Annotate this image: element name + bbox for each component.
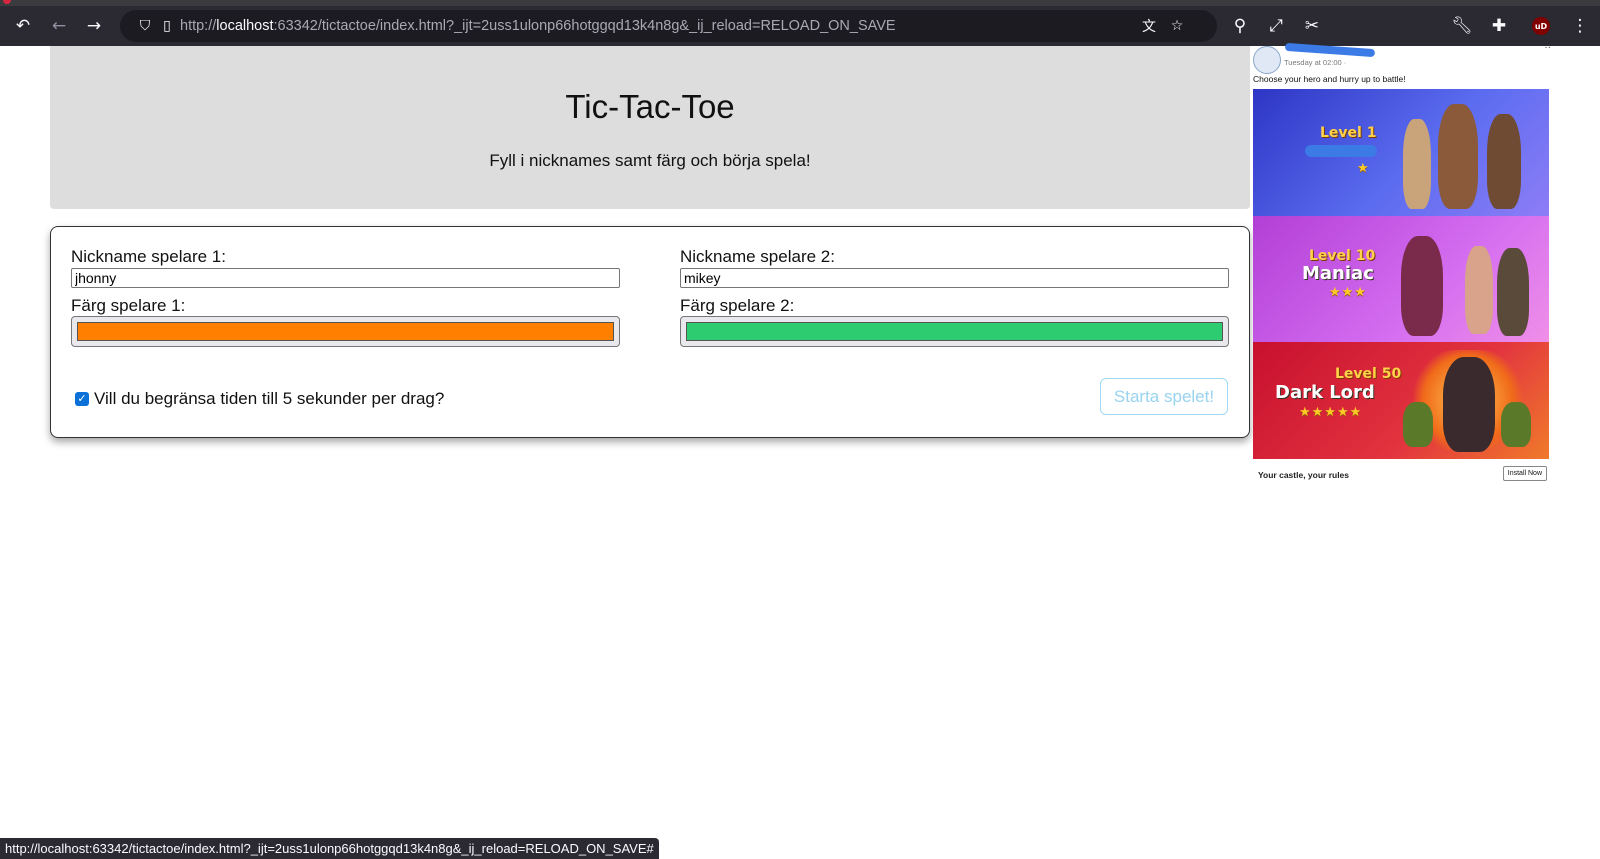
menu-icon[interactable]: ⋮ — [1566, 12, 1594, 40]
player2-color-label: Färg spelare 2: — [680, 296, 795, 315]
ad-level-1-panel: Level 1 ★ — [1253, 89, 1549, 216]
bookmark-star-icon[interactable]: ☆ — [1166, 15, 1188, 37]
player2-color-swatch — [686, 322, 1223, 341]
undo-icon[interactable]: ↶ — [9, 12, 37, 40]
hero-figure — [1401, 236, 1443, 336]
status-bar-url: http://localhost:63342/tictactoe/index.h… — [0, 838, 659, 859]
player2-name-label: Nickname spelare 2: — [680, 247, 835, 266]
start-game-button[interactable]: Starta spelet! — [1100, 378, 1228, 415]
shield-icon[interactable]: ⛉ — [134, 15, 156, 37]
wrench-icon[interactable]: 🔧︎ — [1448, 12, 1476, 40]
ad-level-10-panel: Level 10 Maniac ★★★ — [1253, 216, 1549, 342]
redacted-level-name-mark — [1305, 145, 1377, 157]
hero-figure — [1465, 246, 1493, 334]
hero-figure — [1443, 357, 1495, 452]
url-text[interactable]: http://localhost:63342/tictactoe/index.h… — [180, 10, 896, 42]
ad-avatar — [1253, 46, 1281, 74]
translate-icon[interactable]: 文 — [1138, 15, 1160, 37]
ad-more-icon[interactable]: ·· — [1544, 42, 1551, 53]
ad-level-50-name: Dark Lord — [1275, 382, 1375, 403]
hero-figure — [1497, 248, 1529, 336]
ad-post-time: Tuesday at 02:00 · — [1284, 58, 1347, 67]
forward-icon[interactable]: → — [80, 12, 108, 40]
hero-figure — [1403, 119, 1431, 209]
screenshot-icon[interactable]: ✂ — [1298, 12, 1326, 40]
ad-level-10-name: Maniac — [1302, 263, 1374, 284]
hero-figure — [1438, 104, 1478, 209]
ad-level-50-panel: Level 50 Dark Lord ★★★★★ — [1253, 342, 1549, 459]
player1-color-label: Färg spelare 1: — [71, 296, 186, 315]
search-icon[interactable]: ⚲ — [1226, 12, 1254, 40]
ad-footer-text: Your castle, your rules — [1258, 470, 1350, 480]
hero-figure — [1501, 402, 1531, 447]
ad-level-10-title: Level 10 — [1309, 248, 1376, 264]
player1-color-picker[interactable] — [71, 316, 620, 347]
player1-name-input[interactable] — [71, 268, 620, 288]
ad-panel[interactable]: Tuesday at 02:00 · ·· Choose your hero a… — [1253, 42, 1551, 490]
address-bar[interactable]: ⛉ ▯ http://localhost:63342/tictactoe/ind… — [120, 10, 1217, 42]
time-limit-checkbox[interactable]: ✓ — [75, 392, 89, 406]
player-setup-form: Nickname spelare 1: Färg spelare 1: Nick… — [50, 226, 1250, 438]
ad-level-50-stars: ★★★★★ — [1299, 405, 1363, 420]
ad-caption: Choose your hero and hurry up to battle! — [1253, 74, 1406, 84]
ublock-icon[interactable]: uD — [1532, 17, 1550, 35]
install-now-button[interactable]: Install Now — [1502, 466, 1547, 481]
player1-color-swatch — [77, 322, 614, 341]
extensions-icon[interactable]: ✚ — [1485, 12, 1513, 40]
page-title: Tic-Tac-Toe — [565, 88, 735, 125]
ad-level-1-stars: ★ — [1357, 161, 1370, 176]
ad-level-50-title: Level 50 — [1335, 366, 1402, 382]
ad-level-1-title: Level 1 — [1320, 125, 1377, 141]
hero-figure — [1403, 402, 1433, 447]
window-indicator — [3, 0, 11, 4]
back-icon[interactable]: ← — [45, 12, 73, 40]
fullscreen-icon[interactable]: ⤢ — [1262, 12, 1290, 40]
page-icon: ▯ — [163, 18, 171, 34]
ad-banner-image[interactable]: Level 1 ★ Level 10 Maniac ★★★ Level 50 D… — [1253, 89, 1549, 459]
page-subtitle: Fyll i nicknames samt färg och börja spe… — [489, 151, 811, 170]
page-header: Tic-Tac-Toe Fyll i nicknames samt färg o… — [50, 46, 1250, 209]
browser-toolbar: ↶ ← → ⛉ ▯ http://localhost:63342/tictact… — [0, 6, 1600, 46]
player2-color-picker[interactable] — [680, 316, 1229, 347]
player1-name-label: Nickname spelare 1: — [71, 247, 226, 266]
ad-level-10-stars: ★★★ — [1329, 285, 1367, 300]
player2-name-input[interactable] — [680, 268, 1229, 288]
hero-figure — [1487, 114, 1521, 209]
time-limit-label: Vill du begränsa tiden till 5 sekunder p… — [94, 389, 445, 408]
time-limit-option[interactable]: ✓ Vill du begränsa tiden till 5 sekunder… — [75, 389, 444, 409]
